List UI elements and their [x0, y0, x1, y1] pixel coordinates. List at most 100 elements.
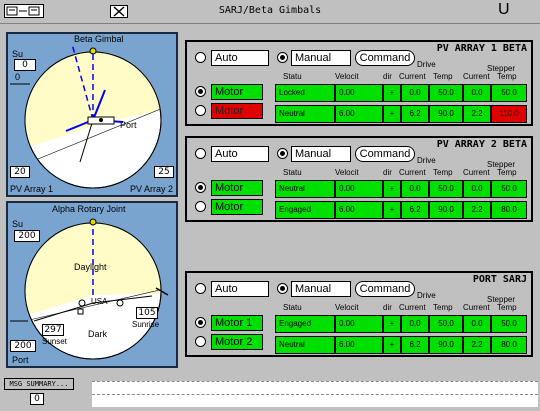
pv-array-2-label: PV Array 2	[130, 184, 174, 194]
stepper-current-header: Current	[463, 303, 490, 312]
alpha-joint-panel: Alpha Rotary Joint Su 200 Daylight USA D…	[6, 201, 178, 368]
cell-cur1: 0.0	[401, 180, 429, 198]
auto-field[interactable]: Auto	[211, 281, 269, 297]
cell-cur2: 2.2	[463, 336, 491, 354]
dir-header: dir	[383, 303, 392, 312]
cell-velocity: 6.00	[335, 201, 383, 219]
cell-temp1: 90.0	[429, 105, 463, 123]
cell-status: Engaged	[275, 315, 335, 333]
motor1-radio[interactable]	[195, 86, 206, 97]
cell-velocity: 0.00	[335, 315, 383, 333]
cell-status: Neutral	[275, 105, 335, 123]
drive-header: Drive	[417, 291, 436, 300]
cell-temp1: 50.0	[429, 315, 463, 333]
title-bar: SARJ/Beta Gimbals U	[0, 0, 540, 24]
panel-2: PV ARRAY 2 BETA Auto Manual Command Drive Ste…	[185, 136, 533, 222]
motor2-radio[interactable]	[195, 336, 206, 347]
drive-temp-header: Temp	[433, 72, 453, 81]
cell-dir: +	[383, 336, 401, 354]
cell-cur2: 0.0	[463, 315, 491, 333]
cell-temp1: 90.0	[429, 336, 463, 354]
cell-status: Locked	[275, 84, 335, 102]
beta-su-value: 0	[14, 59, 36, 71]
cell-velocity: 0.00	[335, 180, 383, 198]
motor2-radio[interactable]	[195, 105, 206, 116]
auto-radio[interactable]	[195, 52, 206, 63]
motor1-button[interactable]: Motor	[211, 180, 263, 196]
auto-field[interactable]: Auto	[211, 146, 269, 162]
beta-su-label: Su	[12, 49, 24, 59]
motor2-button[interactable]: Motor	[211, 199, 263, 215]
panel-title: PORT SARJ	[472, 274, 527, 285]
panel-1: PV ARRAY 1 BETA Auto Manual Command Drive Ste…	[185, 40, 533, 126]
panel-title: PV ARRAY 1 BETA	[436, 43, 527, 54]
sunset-label: Sunset	[42, 337, 67, 346]
drive-current-header: Current	[399, 72, 426, 81]
cell-status: Engaged	[275, 201, 335, 219]
auto-field[interactable]: Auto	[211, 50, 269, 66]
cell-temp1: 50.0	[429, 180, 463, 198]
status-header: Statu	[283, 168, 302, 177]
cell-cur1: 6.2	[401, 336, 429, 354]
manual-radio[interactable]	[277, 283, 288, 294]
manual-radio[interactable]	[277, 52, 288, 63]
drive-header: Drive	[417, 156, 436, 165]
cell-cur1: 0.0	[401, 84, 429, 102]
stepper-current-header: Current	[463, 72, 490, 81]
beta-port-label: Port	[120, 120, 137, 130]
dark-label: Dark	[88, 329, 108, 339]
alpha-port-label: Port	[12, 355, 29, 365]
command-button[interactable]: Command	[355, 50, 415, 66]
cell-velocity: 6.00	[335, 105, 383, 123]
cell-cur2: 2.2	[463, 105, 491, 123]
drive-current-header: Current	[399, 303, 426, 312]
drive-temp-header: Temp	[433, 303, 453, 312]
daylight-label: Daylight	[74, 262, 107, 272]
cell-temp2: 110.0	[491, 105, 527, 123]
drive-header: Drive	[417, 60, 436, 69]
cell-cur1: 6.2	[401, 105, 429, 123]
alpha-joint-title: Alpha Rotary Joint	[52, 204, 126, 214]
pv-array-1-label: PV Array 1	[10, 184, 54, 194]
drive-temp-header: Temp	[433, 168, 453, 177]
motor2-button[interactable]: Motor	[211, 103, 263, 119]
window-title: SARJ/Beta Gimbals	[218, 5, 322, 16]
motor2-button[interactable]: Motor 2	[211, 334, 263, 350]
cell-cur1: 6.2	[401, 201, 429, 219]
stepper-temp-header: Temp	[497, 72, 517, 81]
motor1-radio[interactable]	[195, 317, 206, 328]
panel-title: PV ARRAY 2 BETA	[436, 139, 527, 150]
auto-radio[interactable]	[195, 283, 206, 294]
cell-status: Neutral	[275, 180, 335, 198]
command-button[interactable]: Command	[355, 146, 415, 162]
manual-field[interactable]: Manual	[291, 281, 351, 297]
manual-field[interactable]: Manual	[291, 50, 351, 66]
alpha-su-value: 200	[14, 230, 40, 242]
sunrise-label: Sunrise	[132, 320, 160, 329]
cell-dir: +	[383, 105, 401, 123]
motor1-button[interactable]: Motor	[211, 84, 263, 100]
drive-current-header: Current	[399, 168, 426, 177]
cell-temp2: 80.0	[491, 201, 527, 219]
motor1-button[interactable]: Motor 1	[211, 315, 263, 331]
dir-header: dir	[383, 72, 392, 81]
velocity-header: Velocit	[335, 303, 359, 312]
motor1-radio[interactable]	[195, 182, 206, 193]
beta-gimbal-title: Beta Gimbal	[74, 34, 124, 44]
msg-count: 0	[30, 393, 44, 405]
auto-radio[interactable]	[195, 148, 206, 159]
cell-status: Neutral	[275, 336, 335, 354]
u-indicator: U	[498, 1, 510, 18]
manual-field[interactable]: Manual	[291, 146, 351, 162]
beta-gimbal-panel: Beta Gimbal Su 0 0 Port 20 25 PV Array 1…	[6, 32, 178, 197]
motor2-radio[interactable]	[195, 201, 206, 212]
beta-su-value2: 0	[15, 72, 21, 82]
msg-summary-button[interactable]: MSG SUMMARY...	[4, 378, 74, 390]
cell-dir: +	[383, 201, 401, 219]
command-button[interactable]: Command	[355, 281, 415, 297]
cell-temp2: 80.0	[491, 336, 527, 354]
usa-label: USA	[91, 297, 108, 306]
status-header: Statu	[283, 72, 302, 81]
manual-radio[interactable]	[277, 148, 288, 159]
cell-cur2: 0.0	[463, 180, 491, 198]
